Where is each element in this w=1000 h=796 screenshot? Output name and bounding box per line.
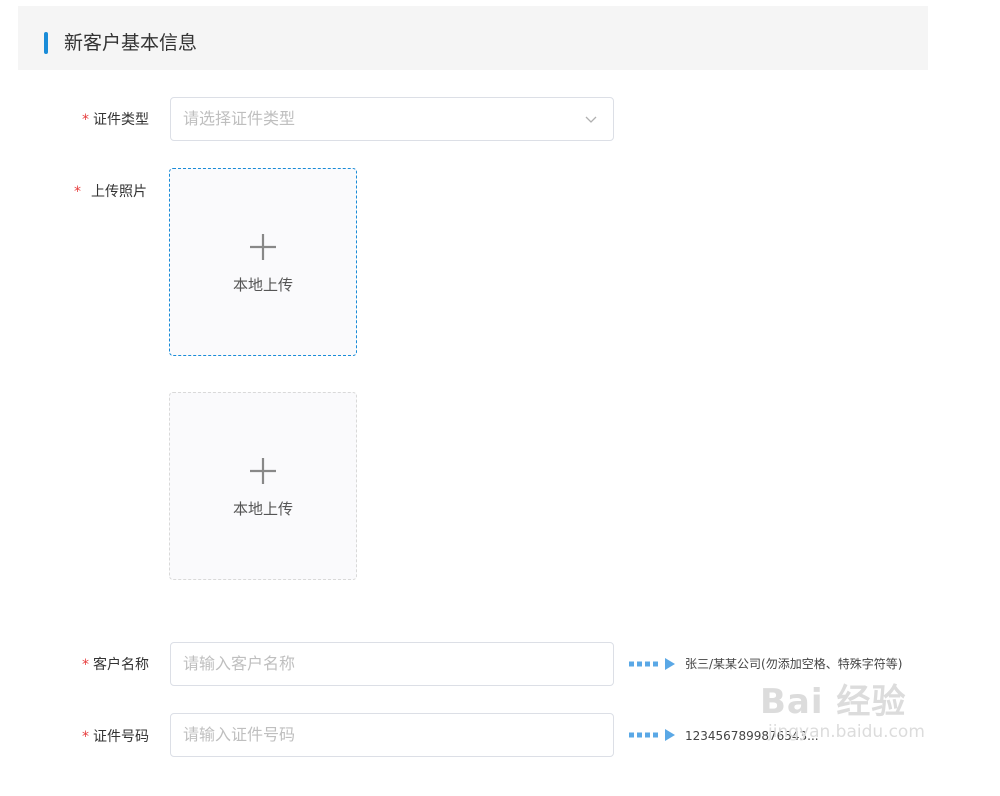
upload-label: 本地上传 — [232, 276, 293, 294]
required-mark: * — [74, 184, 81, 200]
plus-icon — [250, 234, 276, 260]
watermark-url: jingyan.baidu.com — [768, 722, 925, 742]
customer-name-input[interactable]: 请输入客户名称 — [170, 642, 614, 686]
photo-label: * 上传照片 — [74, 184, 147, 200]
id-type-label: * 证件类型 — [82, 112, 149, 128]
upload-label: 本地上传 — [232, 500, 293, 518]
dotted-arrow-icon — [629, 729, 675, 741]
required-mark: * — [82, 657, 89, 673]
id-number-input[interactable]: 请输入证件号码 — [170, 713, 614, 757]
section-title: 新客户基本信息 — [64, 32, 198, 54]
photo-upload-slot-1[interactable]: 本地上传 — [169, 168, 357, 356]
id-type-select[interactable]: 请选择证件类型 — [170, 97, 614, 141]
customer-name-label: * 客户名称 — [82, 657, 149, 673]
customer-name-placeholder: 请输入客户名称 — [183, 654, 296, 673]
baidu-jingyan-watermark: Bai 经验 jingyan.baidu.com — [760, 682, 925, 742]
id-number-placeholder: 请输入证件号码 — [183, 725, 296, 744]
id-type-placeholder: 请选择证件类型 — [183, 109, 296, 128]
required-mark: * — [82, 112, 89, 128]
header-accent-bar — [44, 32, 48, 54]
customer-name-hint: 张三/某某公司(勿添加空格、特殊字符等) — [685, 657, 903, 671]
id-number-label: * 证件号码 — [82, 729, 149, 745]
chevron-down-icon — [585, 116, 597, 123]
watermark-logo: Bai 经验 — [760, 682, 907, 722]
section-header: 新客户基本信息 — [18, 6, 928, 70]
photo-upload-slot-2[interactable]: 本地上传 — [169, 392, 357, 580]
plus-icon — [250, 458, 276, 484]
required-mark: * — [82, 729, 89, 745]
dotted-arrow-icon — [629, 658, 675, 670]
